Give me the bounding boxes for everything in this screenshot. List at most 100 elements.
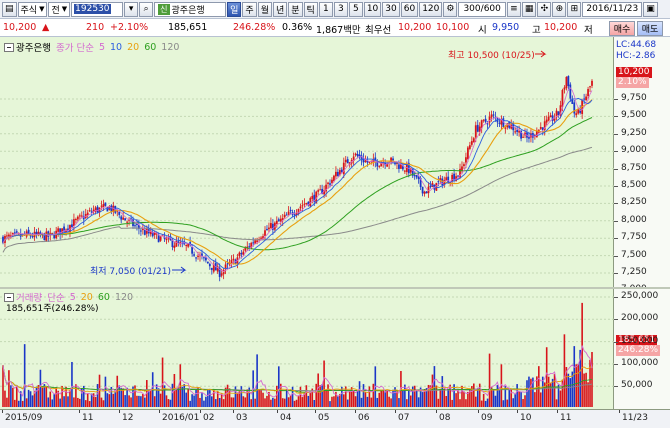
calendar-icon[interactable]: ▣ [643,1,658,17]
volume-y-label: 150,000 [621,335,659,346]
volume-bar [277,366,280,407]
volume-bar [585,372,587,407]
volume-bar [27,389,30,407]
menu-icon[interactable]: ▤ [2,1,17,17]
ma5-line [2,87,593,272]
zoom-icon[interactable]: ⊕ [552,1,567,17]
volume-bar [467,391,469,407]
x-axis-label: 03 [236,413,248,423]
period-minute-button[interactable]: 분 [288,1,303,17]
volume-bar [25,398,28,407]
candle-body [403,170,406,172]
volume-bar [337,396,339,407]
candle-body [254,240,257,244]
volume-bar [502,400,505,407]
market-select[interactable]: 주식 ▼ [17,1,48,17]
candle-body [539,127,542,129]
minute-60-button[interactable]: 60 [400,1,419,17]
volume-bar [8,370,10,407]
volume-bar [362,384,365,407]
x-axis-label: 09 [481,413,493,423]
stock-code-input[interactable]: 192530 [71,1,124,17]
settings-icon[interactable]: ⚙ [443,1,458,17]
volume-bar [193,395,195,407]
scope-select[interactable]: 전 ▼ [48,1,71,17]
price-y-label: 7,750 [621,232,647,243]
volume-bar [358,381,361,407]
minute-10-button[interactable]: 10 [363,1,382,17]
grid-icon[interactable]: ▦ [521,1,537,17]
current-volume-text: 185,651주(246.28%) [6,304,99,314]
candle-body [583,98,586,100]
candle-body [31,236,34,238]
volume-bar [354,396,357,407]
count-field[interactable]: 300/600 [458,1,506,17]
candle-body [472,138,475,143]
volume-bar [149,389,152,407]
period-month-button[interactable]: 월 [257,1,272,17]
volume-bar [189,400,191,407]
minute-30-button[interactable]: 30 [382,1,400,17]
chevron-down-icon: ▼ [61,5,68,13]
period-week-button[interactable]: 주 [242,1,257,17]
magnifier-icon[interactable]: ⌕ [139,1,154,17]
candle-body [585,96,587,101]
legend-box-icon[interactable] [4,42,14,52]
candle-body [145,228,148,234]
candle-body [561,90,564,107]
code-dropdown-button[interactable]: ▾ [124,1,139,17]
price-y-tick [614,186,618,187]
candle-body [8,234,10,237]
volume-bar [128,395,130,407]
candle-body [522,136,524,138]
scope-select-value: 전 [51,5,60,16]
candle-body [126,221,129,223]
volume-bar [518,391,520,407]
minute-3-button[interactable]: 3 [333,1,348,17]
candle-body [463,164,465,167]
volume-bar [433,366,436,407]
sell-button[interactable]: 매도 [637,21,663,36]
candle-body [275,220,278,224]
trade-amount: 1,867백만 [316,25,361,36]
volume-bar [106,393,109,407]
candle-body [354,153,357,156]
candle-body [327,182,329,184]
minute-1-button[interactable]: 1 [318,1,333,17]
quote-bar: 10,200 ▲ 210 +2.10% 185,651 246.28% 0.36… [0,19,670,37]
x-axis-tick [233,410,234,413]
candle-body [342,162,345,175]
period-tick-button[interactable]: 틱 [303,1,318,17]
x-axis-label: 2015/09 [5,413,43,423]
volume-bar [474,396,477,407]
minute-120-button[interactable]: 120 [419,1,443,17]
candle-body [504,127,507,129]
price-y-tick [614,99,618,100]
volume-bar [112,393,115,407]
volume-bar [506,399,509,407]
tools-icon[interactable]: ⊞ [567,1,582,17]
volume-bar [144,397,146,407]
date-input[interactable]: 2016/11/23 [582,1,643,17]
volume-bar [577,364,580,407]
list-icon[interactable]: ≡ [506,1,521,17]
minute-5-button[interactable]: 5 [348,1,363,17]
volume-bar [559,390,562,407]
candle-body [490,114,493,118]
volume-bar [214,399,217,407]
period-day-button[interactable]: 일 [227,1,242,17]
volume-bar [329,401,331,407]
x-axis-tick [478,410,479,413]
candle-body [311,195,314,199]
price-y-tick [614,133,618,135]
volume-bar [281,398,284,407]
crosshair-icon[interactable]: ✣ [537,1,552,17]
buy-button[interactable]: 매수 [609,21,635,36]
candle-body [118,211,121,215]
price-y-label: 9,250 [621,127,647,138]
period-year-button[interactable]: 년 [272,1,288,17]
volume-bar [563,334,566,407]
volume-bar [376,397,379,407]
volume-bar [455,393,457,407]
chart-toolbar: ▤ 주식 ▼ 전 ▼ 192530 ▾ ⌕ 신 광주은행 일 주 월 년 분 틱 1 … [0,0,670,19]
